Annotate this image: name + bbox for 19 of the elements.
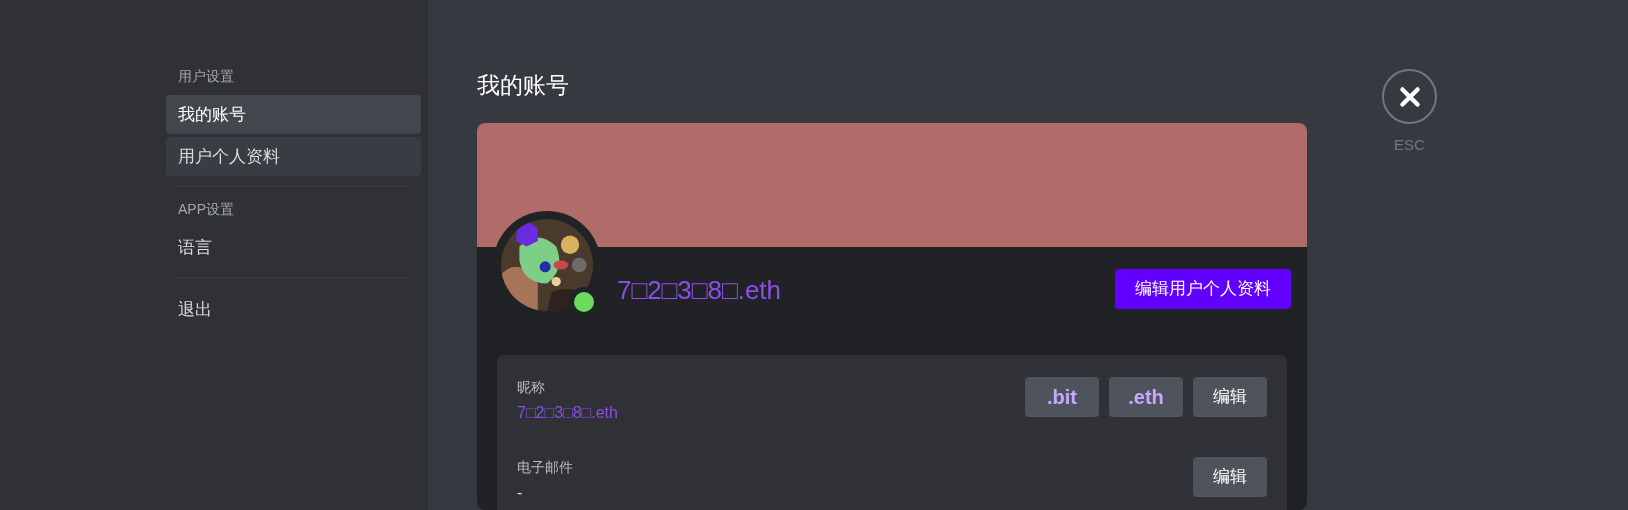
close-button[interactable] xyxy=(1382,69,1437,124)
sidebar-item[interactable]: 语言 xyxy=(166,228,421,267)
edit-button[interactable]: 编辑 xyxy=(1193,456,1267,497)
edit-profile-button[interactable]: 编辑用户个人资料 xyxy=(1115,268,1291,309)
field-value: 7□2□3□8□.eth xyxy=(517,402,618,423)
sidebar-item[interactable]: 我的账号 xyxy=(166,95,421,134)
sidebar-item[interactable]: 退出 xyxy=(166,290,421,329)
close-label: ESC xyxy=(1394,135,1425,155)
domain-button[interactable]: .eth xyxy=(1109,376,1183,417)
domain-button[interactable]: .bit xyxy=(1025,376,1099,417)
field-label: 电子邮件 xyxy=(517,457,573,477)
sidebar-item[interactable]: 用户个人资料 xyxy=(166,137,421,176)
section-heading: 用户设置 xyxy=(177,67,235,86)
profile-name: 7□2□3□8□.eth xyxy=(617,273,782,307)
field-label: 昵称 xyxy=(517,377,546,397)
page-title: 我的账号 xyxy=(477,71,570,100)
section-heading: APP设置 xyxy=(177,200,235,219)
field-value: - xyxy=(517,482,524,503)
edit-button[interactable]: 编辑 xyxy=(1193,376,1267,417)
